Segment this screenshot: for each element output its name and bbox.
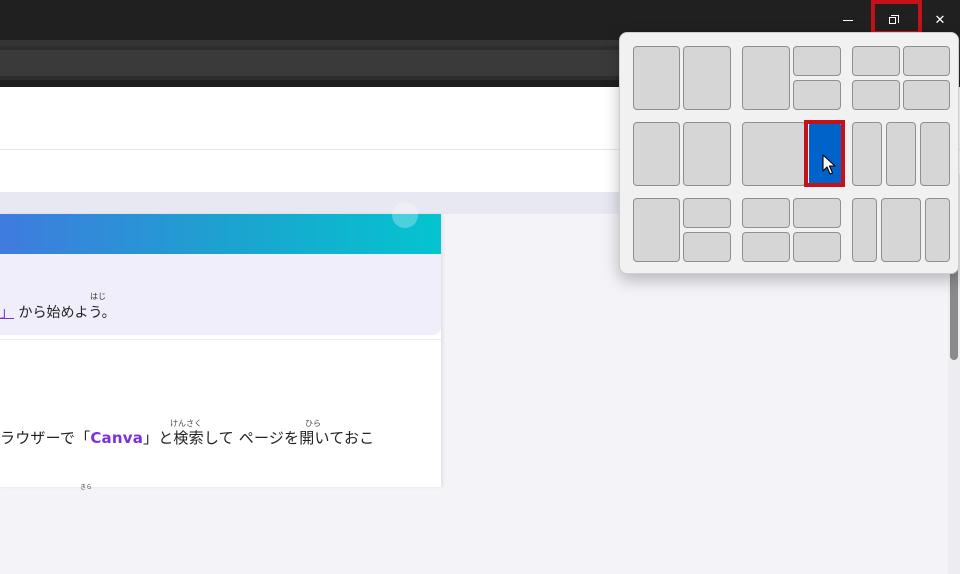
snap-zone[interactable]	[793, 80, 841, 110]
minimize-icon	[843, 19, 853, 21]
divider	[0, 339, 441, 340]
card-banner	[0, 202, 441, 254]
snap-zone[interactable]	[852, 122, 882, 186]
scrollbar-thumb[interactable]	[950, 260, 958, 360]
snap-zone[interactable]	[683, 46, 731, 110]
snap-zone[interactable]	[683, 122, 731, 186]
content-card: はじ 」 から始めよう。 けんさく ひら ラウザーで「Canva」と検索して ペ…	[0, 202, 441, 491]
mouse-cursor-icon	[822, 154, 836, 175]
snap-zone[interactable]	[633, 198, 680, 262]
snap-zone[interactable]	[881, 198, 921, 262]
ruby-hajime: はじ	[90, 292, 106, 301]
tip-box: はじ 」 から始めよう。	[0, 254, 441, 335]
snap-zone[interactable]	[920, 122, 950, 186]
snap-zone[interactable]	[793, 46, 841, 76]
snap-zone[interactable]	[742, 46, 790, 110]
snap-zone[interactable]	[886, 122, 916, 186]
snap-zone[interactable]	[742, 232, 790, 262]
tip-link[interactable]: 」	[0, 305, 14, 321]
snap-layouts-flyout	[619, 32, 959, 274]
tip-text: 」 から始めよう。	[0, 302, 116, 322]
close-icon: ✕	[934, 12, 946, 28]
snap-zone[interactable]	[852, 80, 900, 110]
snap-zone[interactable]	[742, 122, 806, 186]
snap-zone[interactable]	[683, 232, 731, 262]
restore-icon	[889, 15, 899, 25]
snap-zone[interactable]	[793, 198, 841, 228]
snap-zone[interactable]	[903, 46, 950, 76]
banner-toggle[interactable]	[392, 202, 418, 228]
snap-zone[interactable]	[633, 46, 680, 110]
snap-zone[interactable]	[793, 232, 841, 262]
snap-zone[interactable]	[683, 198, 731, 228]
snap-zone[interactable]	[903, 80, 950, 110]
brand-name: Canva	[90, 429, 144, 447]
snap-zone[interactable]	[852, 46, 900, 76]
snap-zone[interactable]	[925, 198, 950, 262]
instruction-text: ラウザーで「Canva」と検索して ページを開いておこ	[0, 427, 374, 448]
snap-zone[interactable]	[742, 198, 790, 228]
instruction-suffix: 」と検索して ページを開いておこ	[143, 429, 375, 447]
address-bar[interactable]	[0, 50, 620, 76]
instruction-prefix: ラウザーで「	[0, 429, 91, 447]
snap-zone[interactable]	[852, 198, 877, 262]
tip-body: から始めよう。	[18, 305, 116, 321]
snap-zone[interactable]	[633, 122, 680, 186]
